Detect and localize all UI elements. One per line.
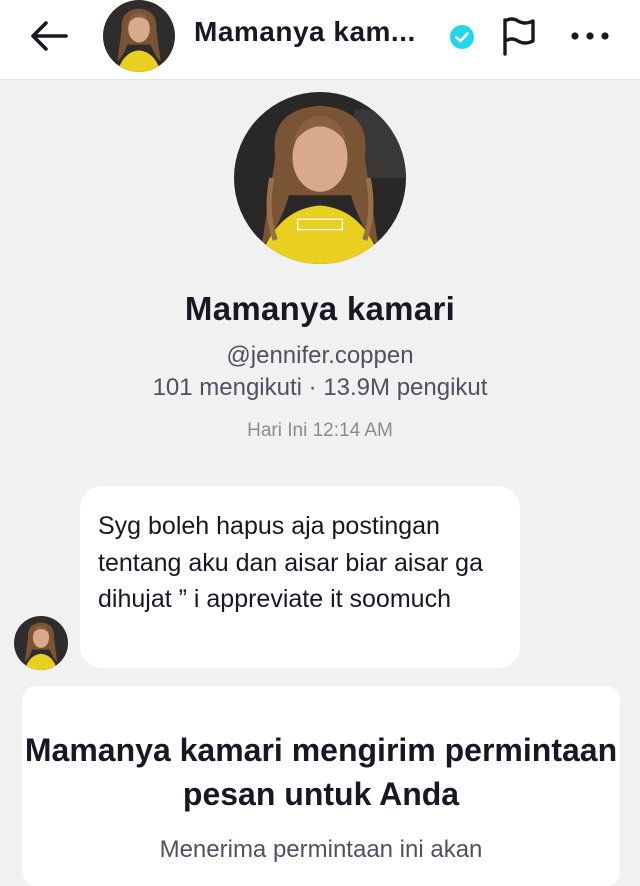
profile-name: Mamanya kamari — [184, 290, 456, 327]
request-title: Mamanya kamari mengirim permintaan pesan… — [24, 732, 618, 812]
message-timestamp: Hari Ini 12:14 AM — [247, 420, 393, 441]
header-title: Mamanya kam... — [194, 16, 416, 47]
profile-avatar[interactable] — [234, 92, 406, 264]
arrow-left-icon — [31, 21, 68, 51]
report-button[interactable] — [496, 14, 542, 58]
request-subtitle: Menerima permintaan ini akan — [159, 836, 483, 863]
back-button[interactable] — [26, 14, 74, 58]
chat-header: Mamanya kam... — [0, 0, 640, 80]
profile-handle: @jennifer.coppen — [226, 342, 414, 369]
more-horizontal-icon — [571, 32, 609, 40]
message-request-card: Mamanya kamari mengirim permintaan pesan… — [22, 686, 620, 886]
verified-badge-icon — [449, 24, 475, 50]
sender-avatar[interactable] — [14, 616, 68, 670]
flag-icon — [503, 17, 535, 56]
message-bubble[interactable]: Syg boleh hapus aja postingan tentang ak… — [80, 486, 520, 668]
profile-stats: 101 mengikuti · 13.9M pengikut — [152, 374, 488, 401]
more-options-button[interactable] — [566, 14, 616, 58]
message-text: Syg boleh hapus aja postingan tentang ak… — [98, 512, 483, 613]
header-avatar[interactable] — [103, 0, 175, 72]
